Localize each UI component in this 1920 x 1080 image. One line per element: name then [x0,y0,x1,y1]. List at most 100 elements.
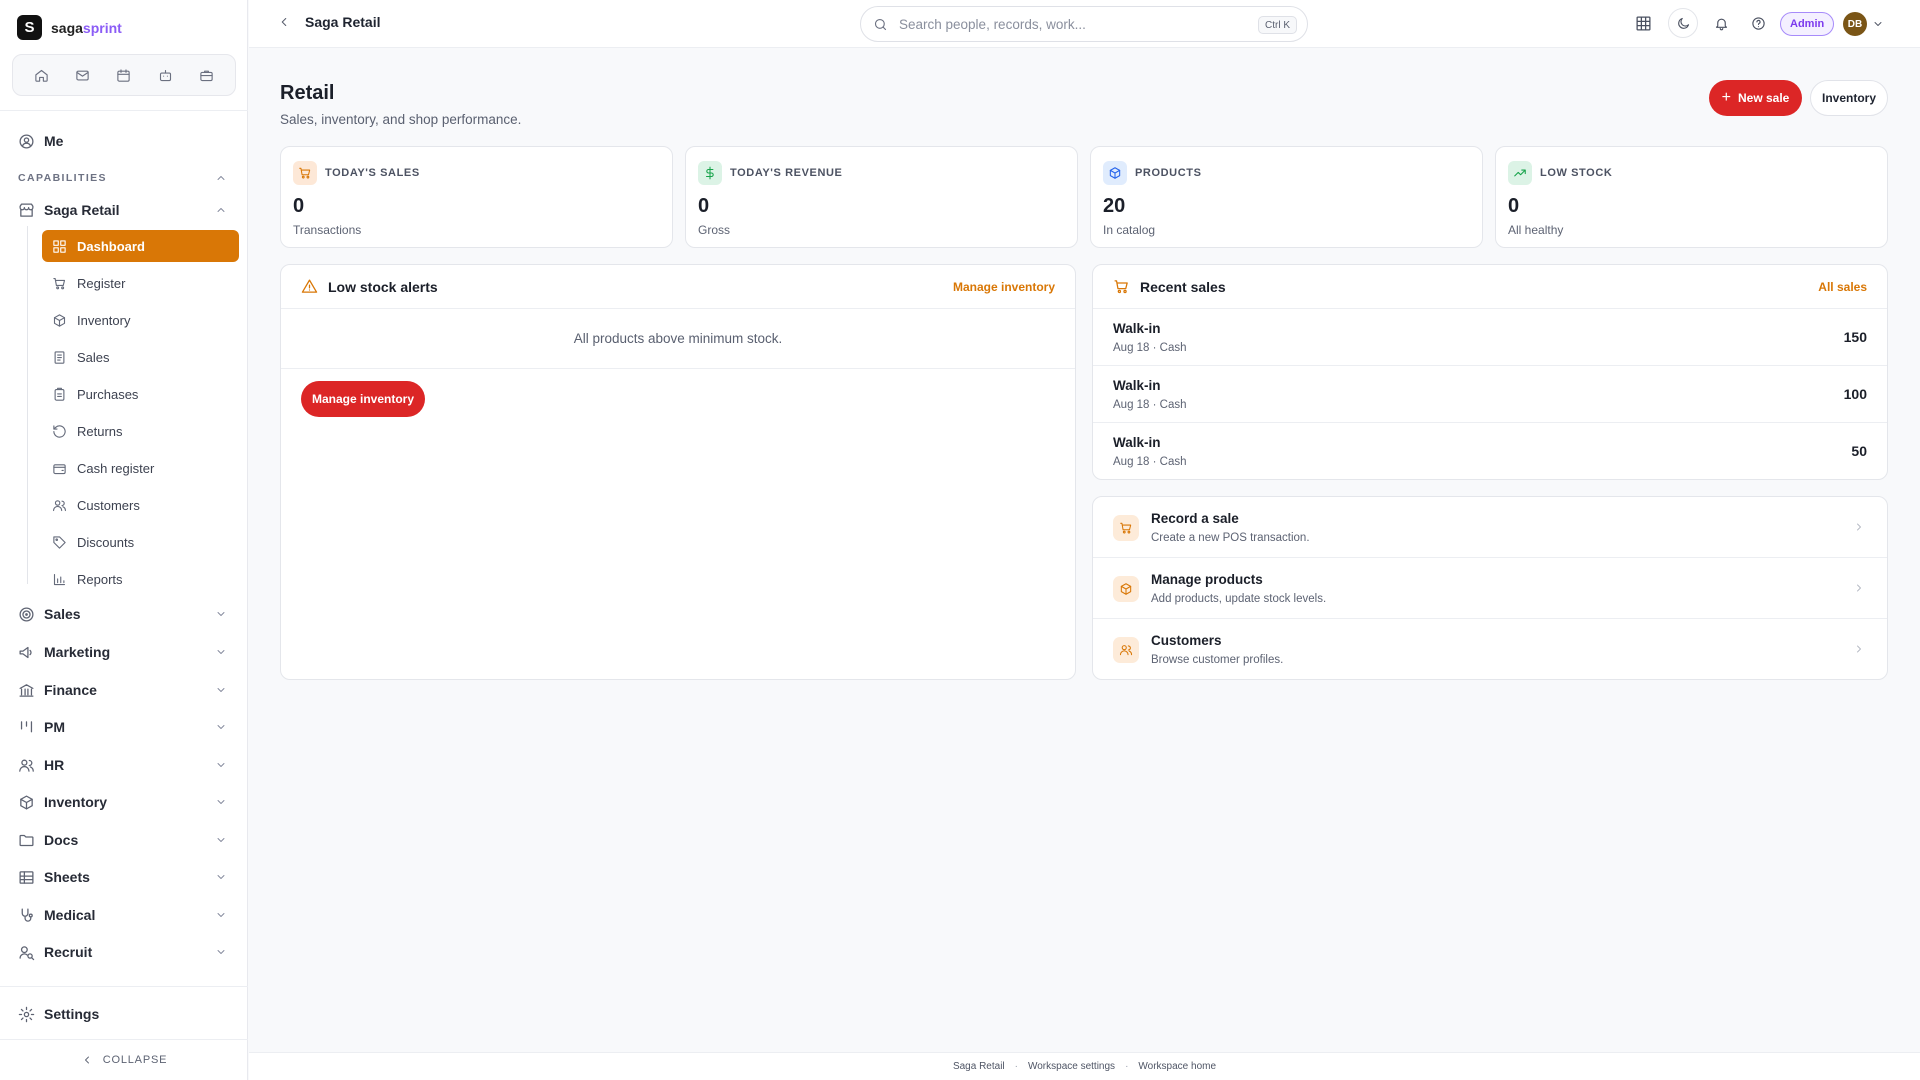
sidebar-item-label: Sheets [44,869,90,885]
sidebar-item-purchases[interactable]: Purchases [42,378,239,410]
app-logo[interactable]: S sagasprint [17,15,122,40]
chevron-down-icon[interactable] [215,796,227,808]
chevron-up-icon[interactable] [215,204,227,216]
sidebar-module-inventory[interactable]: Inventory [18,790,107,814]
sidebar-item-settings[interactable]: Settings [18,1002,99,1026]
sidebar-item-cash-register[interactable]: Cash register [42,452,239,484]
footer-link-workspace-settings[interactable]: Workspace settings [1028,1061,1115,1072]
sidebar-module-hr[interactable]: HR [18,753,64,777]
sidebar-module-docs[interactable]: Docs [18,828,78,852]
sidebar-module-sheets[interactable]: Sheets [18,865,90,889]
bell-icon[interactable] [1710,12,1732,34]
sidebar-item-register[interactable]: Register [42,267,239,299]
help-icon[interactable] [1747,12,1769,34]
sidebar-item-inventory[interactable]: Inventory [42,304,239,336]
chevron-down-icon[interactable] [215,834,227,846]
collapse-sidebar-button[interactable]: COLLAPSE [0,1040,248,1080]
home-icon[interactable] [31,64,53,86]
manage-inventory-link[interactable]: Manage inventory [953,280,1055,294]
chevron-right-icon [1853,521,1865,533]
stat-card-todays-revenue: TODAY'S REVENUE 0 Gross [685,146,1078,248]
sidebar-item-customers[interactable]: Customers [42,489,239,521]
cart-icon [1113,515,1139,541]
dashboard-icon [52,239,67,254]
store-icon [18,202,35,219]
action-title: Record a sale [1151,511,1239,526]
action-description: Browse customer profiles. [1151,654,1284,666]
chevron-down-icon[interactable] [215,946,227,958]
avatar[interactable]: DB [1843,12,1867,36]
table-row[interactable]: Walk-in Aug 18 · Cash 150 [1093,309,1887,366]
manage-inventory-button[interactable]: Manage inventory [301,381,425,417]
stat-caption: In catalog [1103,223,1156,237]
chevron-up-icon[interactable] [215,172,227,184]
inventory-button[interactable]: Inventory [1810,80,1888,116]
sidebar-item-label: Customers [77,497,140,513]
stat-label: TODAY'S SALES [325,167,420,179]
chevron-down-icon[interactable] [215,684,227,696]
stat-value: 0 [1508,195,1520,217]
trend-icon [1508,161,1532,185]
chevron-down-icon[interactable] [215,759,227,771]
sidebar-item-label: Register [77,275,126,291]
sale-meta: Aug 18 · Cash [1113,399,1187,411]
chevron-left-icon[interactable] [277,15,291,29]
sidebar-module-sales[interactable]: Sales [18,602,81,626]
sidebar-item-dashboard[interactable]: Dashboard [42,230,239,262]
table-row[interactable]: Walk-in Aug 18 · Cash 50 [1093,423,1887,479]
stat-value: 0 [293,195,305,217]
chevron-down-icon[interactable] [215,909,227,921]
theme-toggle-moon-icon[interactable] [1668,8,1698,38]
sale-amount: 50 [1851,443,1867,459]
breadcrumb[interactable]: Saga Retail [277,14,380,30]
customers-action[interactable]: Customers Browse customer profiles. [1093,619,1887,679]
plus-icon: + [1721,89,1731,106]
sidebar-module-saga-retail[interactable]: Saga Retail [18,198,230,222]
all-sales-link[interactable]: All sales [1818,280,1867,294]
chevron-down-icon[interactable] [215,871,227,883]
record-sale-action[interactable]: Record a sale Create a new POS transacti… [1093,497,1887,558]
chevron-down-icon[interactable] [215,646,227,658]
sidebar-item-reports[interactable]: Reports [42,563,239,595]
card-header: Low stock alerts Manage inventory [281,265,1075,309]
search-input[interactable] [899,16,1239,32]
footer-link-saga-retail[interactable]: Saga Retail [953,1061,1005,1072]
mail-icon[interactable] [72,64,94,86]
calendar-icon[interactable] [113,64,135,86]
sidebar-module-pm[interactable]: PM [18,715,65,739]
sidebar-item-label: Inventory [77,312,131,328]
bot-icon[interactable] [154,64,176,86]
gear-icon [18,1006,35,1023]
footer-link-workspace-home[interactable]: Workspace home [1138,1061,1216,1072]
new-sale-button[interactable]: + New sale [1709,80,1802,116]
chevron-down-icon[interactable] [215,721,227,733]
chevron-down-icon[interactable] [1872,18,1884,30]
sidebar-item-label: Sales [44,606,81,622]
megaphone-icon [18,644,35,661]
sale-customer: Walk-in [1113,321,1161,336]
briefcase-icon[interactable] [195,64,217,86]
action-title: Manage products [1151,572,1263,587]
footer-separator: · [1125,1061,1129,1072]
sale-customer: Walk-in [1113,435,1161,450]
sidebar-item-label: Settings [44,1006,100,1022]
sidebar-item-returns[interactable]: Returns [42,415,239,447]
sidebar-item-me[interactable]: Me [18,129,63,153]
manage-products-action[interactable]: Manage products Add products, update sto… [1093,558,1887,619]
card-title: Low stock alerts [328,278,438,295]
sidebar-module-marketing[interactable]: Marketing [18,640,110,664]
sidebar-module-finance[interactable]: Finance [18,678,97,702]
chevron-left-icon [81,1054,93,1066]
sidebar-item-label: Medical [44,907,96,923]
global-search[interactable]: Ctrl K [860,6,1308,42]
sidebar-item-sales[interactable]: Sales [42,341,239,373]
apps-grid-icon[interactable] [1632,12,1654,34]
table-row[interactable]: Walk-in Aug 18 · Cash 100 [1093,366,1887,423]
role-badge[interactable]: Admin [1780,12,1835,36]
sale-customer: Walk-in [1113,378,1161,393]
sidebar-item-label: HR [44,757,65,773]
sidebar-item-discounts[interactable]: Discounts [42,526,239,558]
chevron-down-icon[interactable] [215,608,227,620]
sidebar-module-medical[interactable]: Medical [18,903,95,927]
sidebar-module-recruit[interactable]: Recruit [18,940,92,964]
